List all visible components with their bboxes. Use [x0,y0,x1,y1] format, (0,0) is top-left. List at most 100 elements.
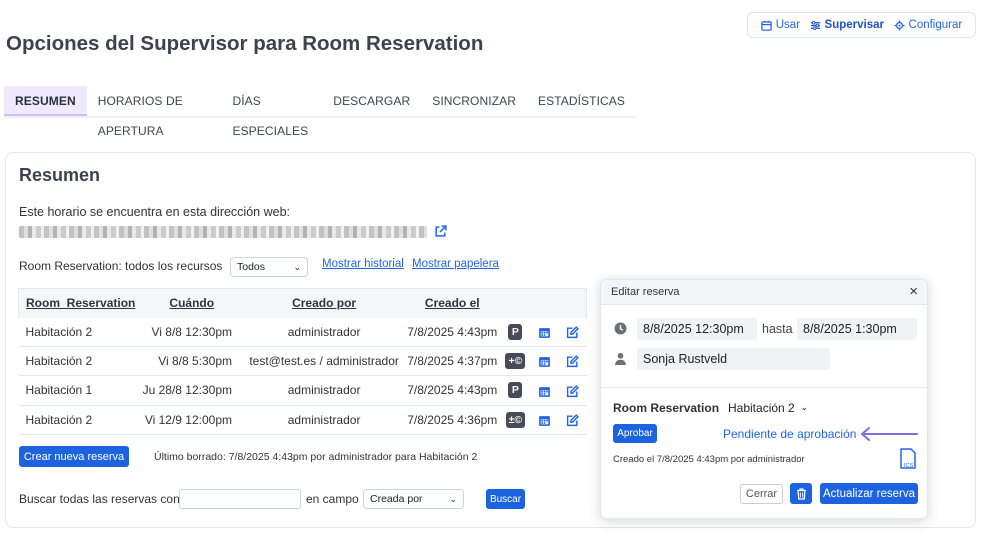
trash-icon [796,487,806,500]
tab-bar: RESUMEN HORARIOS DE APERTURA DÍAS ESPECI… [4,86,636,138]
cell-room: Habitación 2 [18,405,140,435]
edit-icon[interactable] [566,384,579,398]
update-reservation-button[interactable]: Actualizar reserva [820,483,918,504]
start-datetime-field[interactable]: 8/8/2025 12:30pm [637,318,757,340]
calendar-icon[interactable] [538,326,551,339]
user-icon [615,352,626,365]
ics-file-icon[interactable]: ICS [898,448,918,470]
mode-supervisar-link[interactable]: Supervisar [810,19,884,31]
column-header-status [500,288,531,318]
column-header-created-by[interactable]: Creado por [244,288,405,318]
external-link-icon[interactable] [434,225,447,238]
table-header-row: Room_Reservation Cuándo Creado por Cread… [18,288,588,318]
ics-label: ICS [904,463,914,469]
cell-when: Vi 8/8 12:30pm [139,317,245,348]
clock-icon [614,322,627,335]
arrow-left-icon [861,427,918,441]
cell-created-by: administrador [244,405,405,435]
cell-edit [558,317,587,348]
cell-calendar [530,375,559,406]
dialog-title: Editar reserva [611,286,680,298]
person-field[interactable]: Sonja Rustveld [637,348,830,370]
cell-created-by: test@test.es / administrador [244,346,405,377]
cell-when: Vi 12/9 12:00pm [139,405,245,435]
last-deleted-text: Último borrado: 7/8/2025 4:43pm por admi… [154,451,478,463]
column-header-edit [558,288,588,318]
delete-button[interactable] [790,483,812,504]
edit-icon[interactable] [566,355,579,368]
cell-room: Habitación 2 [18,346,140,377]
cell-edit [558,375,587,406]
cell-created-on: 7/8/2025 4:43pm [404,317,501,348]
column-header-created-on[interactable]: Creado el [404,288,501,318]
page-title: Opciones del Supervisor para Room Reserv… [6,32,484,55]
cell-created-on: 7/8/2025 4:37pm [404,346,501,377]
edit-icon[interactable] [566,326,579,339]
resource-filter-value: Todos [237,261,266,273]
cell-created-by: administrador [244,375,405,406]
url-label: Este horario se encuentra en esta direcc… [19,205,290,219]
until-label: hasta [762,322,793,336]
tab-horarios[interactable]: HORARIOS DE APERTURA [87,86,222,138]
show-history-link[interactable]: Mostrar historial [322,258,404,270]
status-badge: +© [505,353,526,370]
edit-reservation-dialog: Editar reserva × 8/8/2025 12:30pm hasta … [600,279,928,519]
search-field-select[interactable]: Creada por ⌄ [363,489,464,509]
calendar-icon [761,20,772,31]
chevron-down-icon: ⌄ [800,402,808,412]
pending-badge: P [508,382,523,399]
filter-label: Room Reservation: todos los recursos [19,259,223,273]
close-icon[interactable]: × [909,283,918,301]
cell-edit [558,346,587,377]
tab-sincronizar[interactable]: SINCRONIZAR [421,86,527,116]
pending-approval-text: Pendiente de aprobación [723,427,857,441]
create-reservation-button[interactable]: Crear nueva reserva [19,446,129,467]
gear-icon [893,19,905,31]
calendar-icon[interactable] [538,414,551,427]
calendar-icon[interactable] [538,355,551,368]
table-row: Habitación 1 Ju 28/8 12:30pm administrad… [18,375,587,406]
cell-edit [558,405,587,435]
cell-when: Vi 8/8 5:30pm [139,346,245,377]
mode-configurar-label: Configurar [908,19,963,31]
search-label: Buscar todas las reservas con [19,492,180,506]
summary-title: Resumen [19,165,101,185]
cell-created-on: 7/8/2025 4:36pm [404,405,501,435]
approve-button[interactable]: Aprobar [613,424,657,443]
table-row: Habitación 2 Vi 8/8 5:30pm test@test.es … [18,346,587,377]
pending-badge: P [508,323,523,340]
search-button[interactable]: Buscar [486,489,525,509]
calendar-icon[interactable] [538,385,551,398]
cell-status: +© [500,346,531,377]
tab-estadisticas[interactable]: ESTADÍSTICAS [527,86,636,116]
cell-calendar [530,317,559,348]
resource-filter-select[interactable]: Todos ⌄ [230,257,308,277]
tab-dias-especiales[interactable]: DÍAS ESPECIALES [221,86,322,138]
chevron-down-icon: ⌄ [449,493,457,504]
cell-status: ±© [500,405,531,435]
search-field-value: Creada por [370,493,423,505]
end-datetime-field[interactable]: 8/8/2025 1:30pm [797,318,917,340]
mode-usar-link[interactable]: Usar [761,19,800,31]
chevron-down-icon: ⌄ [293,261,301,272]
cell-calendar [530,405,559,435]
cell-when: Ju 28/8 12:30pm [139,375,245,406]
created-info-text: Creado el 7/8/2025 4:43pm por administra… [613,454,805,465]
mode-switcher: Usar Supervisar Configurar [747,12,976,38]
redacted-url [19,226,427,238]
cell-created-on: 7/8/2025 4:43pm [404,375,501,406]
column-header-room[interactable]: Room_Reservation [18,288,140,318]
show-trash-link[interactable]: Mostrar papelera [412,258,499,270]
column-header-when[interactable]: Cuándo [139,288,245,318]
mode-configurar-link[interactable]: Configurar [893,19,963,31]
cell-calendar [530,346,559,377]
tab-resumen[interactable]: RESUMEN [4,86,87,116]
room-select[interactable]: Habitación 2 ⌄ [723,397,813,418]
close-button[interactable]: Cerrar [740,484,783,504]
edit-icon[interactable] [566,413,579,427]
room-label: Room Reservation [613,401,720,415]
cell-room: Habitación 2 [18,317,140,348]
search-input[interactable] [179,489,301,509]
tab-descargar[interactable]: DESCARGAR [322,86,421,116]
cell-status: P [500,375,531,406]
